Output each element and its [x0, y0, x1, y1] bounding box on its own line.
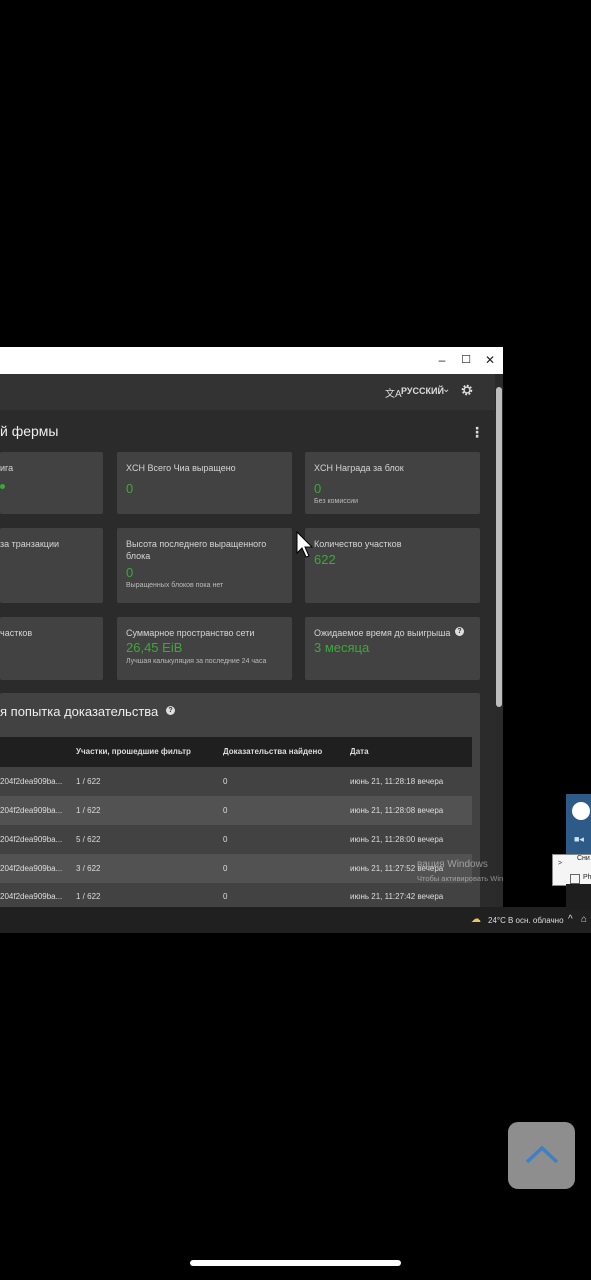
proofs-cell: 0: [223, 892, 228, 901]
card-title: ига: [0, 463, 14, 473]
date-cell: июнь 21, 11:27:42 вечера: [350, 892, 444, 901]
challenge-cell: 204f2dea909ba...: [0, 892, 63, 901]
activation-watermark-text: Чтобы активировать Windows, перейдите: [417, 874, 503, 883]
card-title: Высота последнего выращенного блока: [126, 539, 267, 561]
card-height: ига: [0, 452, 103, 514]
tray-app-panel[interactable]: ■◂: [566, 794, 591, 854]
tray-popup-menu[interactable]: > Сни Ph: [552, 854, 591, 886]
maximize-button[interactable]: ☐: [456, 351, 476, 369]
app-header: 文A РУССКИЙ ⌄: [0, 374, 495, 410]
taskbar: ☁ 24°C В осн. облачно ^ ⌂: [0, 907, 591, 933]
home-indicator[interactable]: [190, 1260, 401, 1266]
card-subtitle: Без комиссии: [314, 498, 359, 505]
minimize-button[interactable]: –: [432, 351, 452, 369]
activation-watermark-title: вация Windows: [417, 859, 488, 870]
plots-cell: 5 / 622: [76, 835, 101, 844]
tray-panel-dark: [566, 884, 591, 910]
card-value: 0: [314, 481, 322, 496]
column-header-plots: Участки, прошедшие фильтр: [76, 747, 191, 756]
date-cell: июнь 21, 11:28:00 вечера: [350, 835, 444, 844]
challenge-cell: 204f2dea909ba...: [0, 835, 63, 844]
card-value: 0: [126, 481, 134, 496]
chevron-up-icon: [525, 1145, 559, 1164]
language-selector[interactable]: 文A РУССКИЙ ⌄: [385, 382, 451, 402]
challenge-cell: 204f2dea909ba...: [0, 864, 63, 873]
proofs-cell: 0: [223, 864, 228, 873]
table-row[interactable]: 204f2dea909ba... 1 / 622 0 июнь 21, 11:2…: [0, 796, 472, 825]
weather-cloud-icon: ☁: [471, 914, 481, 925]
column-header-date: Дата: [350, 747, 369, 756]
card-network-space: Суммарное пространство сети 26,45 EiB Лу…: [117, 617, 292, 680]
card-title: Суммарное пространство сети: [126, 628, 255, 638]
card-subtitle: Выращенных блоков пока нет: [126, 582, 224, 589]
popup-arrow-icon: >: [558, 860, 563, 867]
card-total-chia: XCH Всего Чиа выращено 0: [117, 452, 292, 514]
card-transaction-fees: за транзакции: [0, 528, 103, 603]
card-expected-time: Ожидаемое время до выигрыша ? 3 месяца: [305, 617, 480, 680]
card-title: Ожидаемое время до выигрыша: [314, 628, 451, 638]
table-row[interactable]: 204f2dea909ba... 1 / 622 0 июнь 21, 11:2…: [0, 767, 472, 796]
card-title: частков: [0, 628, 33, 638]
mouse-cursor-icon: [296, 531, 314, 558]
card-subtitle: Лучшая калькуляция за последние 24 часа: [126, 658, 267, 665]
challenge-cell: 204f2dea909ba...: [0, 806, 63, 815]
close-button[interactable]: ✕: [480, 351, 500, 369]
plots-cell: 3 / 622: [76, 864, 101, 873]
card-value: 3 месяца: [314, 640, 370, 655]
more-menu-icon[interactable]: ⋮: [470, 424, 484, 441]
date-cell: июнь 21, 11:28:18 вечера: [350, 777, 444, 786]
scrollbar-thumb[interactable]: [496, 387, 502, 707]
table-row[interactable]: 204f2dea909ba... 1 / 622 0 июнь 21, 11:2…: [0, 883, 472, 907]
popup-item-snip[interactable]: Сни: [577, 855, 590, 862]
weather-description[interactable]: В осн. облачно: [508, 916, 564, 925]
column-header-proofs: Доказательства найдено: [223, 747, 323, 756]
card-value: 26,45 EiB: [126, 640, 183, 655]
status-dot: [0, 484, 5, 489]
video-icon: ■◂: [574, 834, 584, 844]
language-label: РУССКИЙ: [401, 386, 444, 396]
table-row[interactable]: 204f2dea909ba... 5 / 622 0 июнь 21, 11:2…: [0, 825, 472, 854]
card-title: за транзакции: [0, 539, 60, 549]
help-icon[interactable]: ?: [166, 706, 175, 715]
card-plot-size: частков: [0, 617, 103, 680]
app-logo-icon: [572, 802, 590, 820]
window-titlebar: – ☐ ✕: [0, 347, 503, 374]
popup-item-ph[interactable]: Ph: [583, 874, 591, 881]
card-value: 622: [314, 552, 336, 567]
proofs-cell: 0: [223, 835, 228, 844]
card-title: XCH Награда за блок: [314, 463, 404, 473]
plots-cell: 1 / 622: [76, 777, 101, 786]
help-icon[interactable]: ?: [455, 627, 464, 636]
card-block-reward: XCH Награда за блок 0 Без комиссии: [305, 452, 480, 514]
chevron-down-icon: ⌄: [442, 384, 451, 395]
tray-chevron-icon[interactable]: ^: [568, 914, 573, 925]
date-cell: июнь 21, 11:28:08 вечера: [350, 806, 444, 815]
plots-cell: 1 / 622: [76, 892, 101, 901]
card-last-block-height: Высота последнего выращенного блока 0 Вы…: [117, 528, 292, 603]
card-title: Количество участков: [314, 539, 402, 549]
plots-cell: 1 / 622: [76, 806, 101, 815]
translate-icon: 文A: [385, 389, 402, 400]
weather-temperature[interactable]: 24°C: [488, 916, 506, 925]
page-title: й фермы: [0, 423, 59, 439]
proofs-cell: 0: [223, 806, 228, 815]
card-plot-count: Количество участков 622: [305, 528, 480, 603]
gear-icon[interactable]: [460, 383, 474, 397]
scroll-to-top-button[interactable]: [508, 1122, 575, 1189]
card-title: XCH Всего Чиа выращено: [126, 463, 236, 473]
card-value: 0: [126, 565, 134, 580]
challenge-cell: 204f2dea909ba...: [0, 777, 63, 786]
section-title: я попытка доказательства: [0, 704, 159, 719]
proofs-cell: 0: [223, 777, 228, 786]
table-row[interactable]: 204f2dea909ba... 3 / 622 0 июнь 21, 11:2…: [0, 854, 472, 883]
tray-icon[interactable]: ⌂: [581, 914, 587, 925]
app-window: – ☐ ✕ 文A РУССКИЙ ⌄ й фермы ⋮ ига XCH Все…: [0, 347, 503, 907]
popup-item-icon: [570, 874, 580, 884]
